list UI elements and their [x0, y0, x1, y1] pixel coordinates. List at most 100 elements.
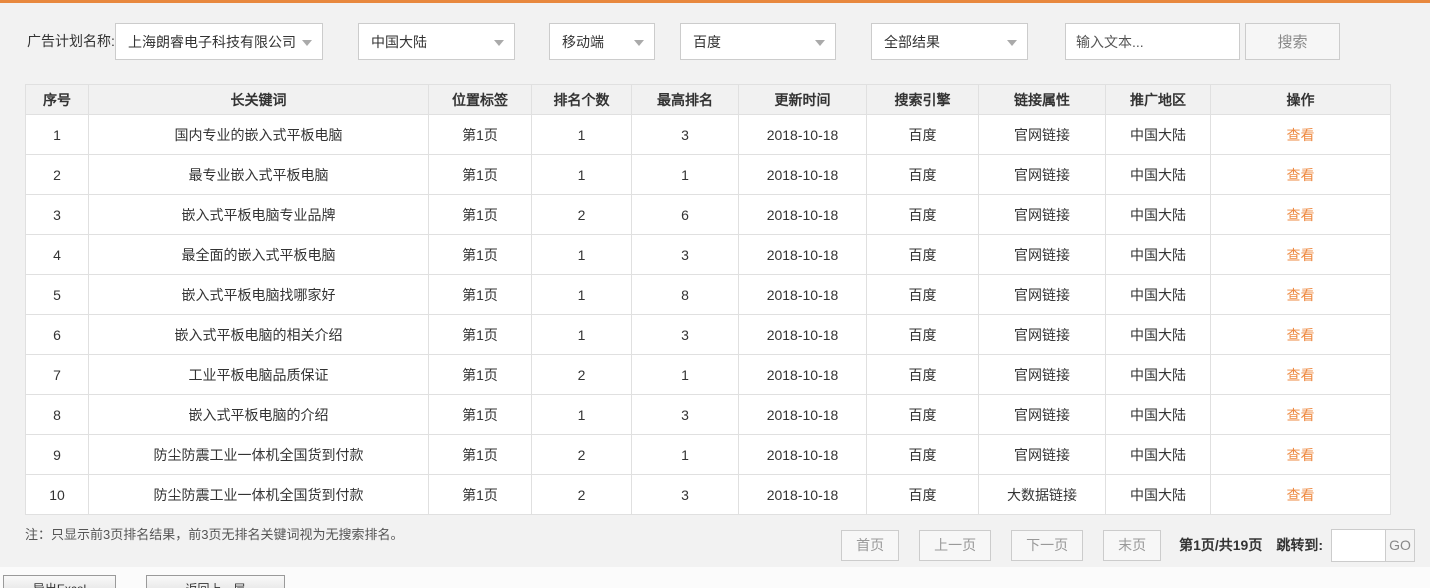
table-header-row: 序号 长关键词 位置标签 排名个数 最高排名 更新时间 搜索引擎 链接属性 推广… [25, 84, 1391, 115]
next-page-button[interactable]: 下一页 [1011, 529, 1084, 561]
result-dropdown[interactable]: 全部结果 [871, 23, 1028, 60]
search-input[interactable] [1065, 23, 1240, 60]
cell-keyword: 工业平板电脑品质保证 [88, 354, 429, 395]
cell-update-time: 2018-10-18 [738, 474, 867, 515]
view-link[interactable]: 查看 [1287, 287, 1315, 303]
cell-position: 第1页 [428, 234, 532, 275]
cell-rank-count: 1 [531, 394, 632, 435]
engine-dropdown-value: 百度 [693, 33, 721, 50]
cell-search-engine: 百度 [866, 234, 979, 275]
col-header-position: 位置标签 [428, 84, 532, 115]
back-button[interactable]: 返回上一层 [146, 575, 285, 588]
cell-search-engine: 百度 [866, 154, 979, 195]
jump-to-label: 跳转到: [1276, 537, 1323, 553]
cell-position: 第1页 [428, 274, 532, 315]
jump-page-input[interactable] [1331, 528, 1386, 562]
device-dropdown[interactable]: 移动端 [549, 23, 655, 60]
export-button[interactable]: 导出Excel [3, 575, 116, 588]
plan-dropdown-value: 上海朗睿电子科技有限公司 [128, 33, 296, 50]
cell-rank-count: 2 [531, 434, 632, 475]
view-link[interactable]: 查看 [1287, 127, 1315, 143]
cell-best-rank: 1 [631, 154, 739, 195]
cell-search-engine: 百度 [866, 114, 979, 155]
cell-update-time: 2018-10-18 [738, 434, 867, 475]
cell-promo-region: 中国大陆 [1105, 114, 1211, 155]
cell-best-rank: 3 [631, 314, 739, 355]
cell-update-time: 2018-10-18 [738, 154, 867, 195]
table-row: 10 防尘防震工业一体机全国货到付款 第1页 2 3 2018-10-18 百度 大数据链接中… [25, 474, 1391, 515]
col-header-link-type: 链接属性 [978, 84, 1106, 115]
cell-search-engine: 百度 [866, 394, 979, 435]
table-row: 9 防尘防震工业一体机全国货到付款 第1页 2 1 2018-10-18 百度 官网链接 中国大… [25, 434, 1391, 475]
cell-action: 查看 [1210, 154, 1391, 195]
filter-bar: 广告计划名称: 上海朗睿电子科技有限公司 中国大陆 移动端 百度 全部结果 搜索 [0, 3, 1430, 78]
view-link[interactable]: 查看 [1287, 367, 1315, 383]
device-dropdown-value: 移动端 [562, 33, 604, 50]
cell-promo-region: 中国大陆 [1105, 394, 1211, 435]
cell-position: 第1页 [428, 394, 532, 435]
search-button[interactable]: 搜索 [1245, 23, 1340, 60]
col-header-promo-region: 推广地区 [1105, 84, 1211, 115]
cell-keyword: 嵌入式平板电脑的介绍 [88, 394, 429, 435]
cell-rank-count: 1 [531, 114, 632, 155]
keyword-rank-table: 序号 长关键词 位置标签 排名个数 最高排名 更新时间 搜索引擎 链接属性 推广… [25, 84, 1391, 515]
cell-action: 查看 [1210, 274, 1391, 315]
cell-rank-count: 1 [531, 154, 632, 195]
cell-search-engine: 百度 [866, 354, 979, 395]
cell-keyword: 最专业嵌入式平板电脑 [88, 154, 429, 195]
cell-action: 查看 [1210, 194, 1391, 235]
cell-update-time: 2018-10-18 [738, 354, 867, 395]
cell-promo-region: 中国大陆 [1105, 154, 1211, 195]
plan-dropdown[interactable]: 上海朗睿电子科技有限公司 [115, 23, 323, 60]
view-link[interactable]: 查看 [1287, 487, 1315, 503]
cell-best-rank: 3 [631, 474, 739, 515]
view-link[interactable]: 查看 [1287, 167, 1315, 183]
col-header-index: 序号 [25, 84, 89, 115]
cell-position: 第1页 [428, 354, 532, 395]
view-link[interactable]: 查看 [1287, 247, 1315, 263]
cell-promo-region: 中国大陆 [1105, 234, 1211, 275]
table-row: 4 最全面的嵌入式平板电脑 第1页 1 3 2018-10-18 百度 官网链接 中国大陆 查看 [25, 234, 1391, 275]
cell-link-type: 官网链接 [978, 194, 1106, 235]
view-link[interactable]: 查看 [1287, 207, 1315, 223]
bottom-strip: 导出Excel 返回上一层 [0, 567, 1430, 588]
cell-index: 10 [25, 474, 89, 515]
engine-dropdown[interactable]: 百度 [680, 23, 836, 60]
page-note: 注：只显示前3页排名结果，前3页无排名关键词视为无搜索排名。 [25, 527, 404, 542]
view-link[interactable]: 查看 [1287, 327, 1315, 343]
table-row: 7 工业平板电脑品质保证 第1页 2 1 2018-10-18 百度 官网链接 中国大陆 查看 [25, 354, 1391, 395]
cell-best-rank: 1 [631, 354, 739, 395]
cell-link-type: 官网链接 [978, 154, 1106, 195]
view-link[interactable]: 查看 [1287, 447, 1315, 463]
view-link[interactable]: 查看 [1287, 407, 1315, 423]
go-button[interactable]: GO [1386, 528, 1415, 562]
cell-promo-region: 中国大陆 [1105, 434, 1211, 475]
plan-name-label: 广告计划名称: [27, 33, 115, 49]
cell-search-engine: 百度 [866, 314, 979, 355]
cell-index: 7 [25, 354, 89, 395]
first-page-button[interactable]: 首页 [841, 529, 900, 561]
region-dropdown[interactable]: 中国大陆 [358, 23, 515, 60]
cell-action: 查看 [1210, 434, 1391, 475]
col-header-update-time: 更新时间 [738, 84, 867, 115]
cell-promo-region: 中国大陆 [1105, 194, 1211, 235]
result-dropdown-value: 全部结果 [884, 33, 940, 50]
chevron-down-icon [634, 39, 644, 46]
cell-position: 第1页 [428, 434, 532, 475]
region-dropdown-value: 中国大陆 [371, 33, 427, 50]
cell-rank-count: 2 [531, 354, 632, 395]
cell-link-type: 官网链接 [978, 394, 1106, 435]
cell-update-time: 2018-10-18 [738, 314, 867, 355]
cell-update-time: 2018-10-18 [738, 274, 867, 315]
last-page-button[interactable]: 末页 [1103, 529, 1162, 561]
cell-best-rank: 1 [631, 434, 739, 475]
cell-link-type: 官网链接 [978, 314, 1106, 355]
keyword-rank-page: 广告计划名称: 上海朗睿电子科技有限公司 中国大陆 移动端 百度 全部结果 搜索 [0, 0, 1430, 588]
cell-best-rank: 3 [631, 114, 739, 155]
cell-best-rank: 8 [631, 274, 739, 315]
prev-page-button[interactable]: 上一页 [919, 529, 992, 561]
cell-index: 4 [25, 234, 89, 275]
cell-rank-count: 2 [531, 194, 632, 235]
cell-keyword: 国内专业的嵌入式平板电脑 [88, 114, 429, 155]
cell-search-engine: 百度 [866, 194, 979, 235]
